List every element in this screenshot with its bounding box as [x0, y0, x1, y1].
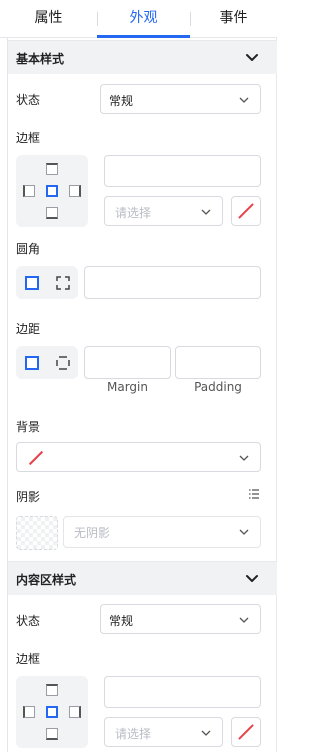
content-border-color-picker[interactable]	[231, 717, 261, 747]
radius-input[interactable]	[84, 266, 261, 299]
shadow-select[interactable]: 无阴影	[63, 516, 261, 548]
border-top-toggle[interactable]	[46, 163, 58, 175]
padding-input[interactable]	[175, 346, 261, 379]
border-left-toggle[interactable]	[23, 706, 35, 718]
no-color-icon	[238, 724, 254, 740]
chevron-down-icon	[201, 730, 211, 736]
spacing-sides-icon[interactable]	[56, 356, 70, 370]
border-top-toggle[interactable]	[46, 684, 58, 696]
no-color-icon	[28, 450, 44, 466]
section-title: 基本样式	[16, 52, 65, 66]
border-right-toggle[interactable]	[69, 185, 81, 197]
border-label: 边框	[16, 131, 41, 145]
radius-uniform-icon[interactable]	[25, 276, 39, 290]
state-label: 状态	[16, 93, 41, 107]
content-state-select[interactable]: 常规	[100, 604, 261, 634]
active-tab-indicator	[97, 35, 190, 38]
content-border-label: 边框	[16, 652, 41, 666]
padding-caption: Padding	[194, 380, 242, 394]
chevron-down-icon	[246, 575, 258, 582]
section-header-content-style[interactable]: 内容区样式	[8, 561, 277, 595]
border-bottom-toggle[interactable]	[46, 728, 58, 740]
content-state-value: 常规	[109, 614, 134, 628]
tab-properties[interactable]: 属性	[0, 0, 97, 38]
spacing-mode-toggle	[16, 346, 78, 379]
border-style-placeholder: 请选择	[115, 206, 152, 220]
border-side-picker	[16, 155, 88, 227]
border-left-toggle[interactable]	[23, 185, 35, 197]
tab-events[interactable]: 事件	[190, 0, 277, 38]
panel-left-edge	[0, 0, 8, 752]
chevron-down-icon	[239, 529, 249, 535]
tab-bar: 属性 外观 事件	[0, 0, 277, 38]
border-bottom-toggle[interactable]	[46, 207, 58, 219]
border-all-toggle[interactable]	[46, 185, 58, 197]
margin-caption: Margin	[107, 380, 148, 394]
radius-label: 圆角	[16, 242, 41, 256]
shadow-label: 阴影	[16, 490, 41, 504]
border-all-toggle[interactable]	[46, 706, 58, 718]
panel-right-edge	[276, 0, 277, 752]
background-color-select[interactable]	[16, 442, 261, 472]
content-state-label: 状态	[16, 614, 41, 628]
border-style-select[interactable]: 请选择	[104, 196, 223, 226]
state-select[interactable]: 常规	[100, 84, 261, 114]
chevron-down-icon	[239, 97, 249, 103]
border-right-toggle[interactable]	[69, 706, 81, 718]
content-border-style-select[interactable]: 请选择	[104, 717, 223, 747]
spacing-label: 边距	[16, 322, 41, 336]
margin-input[interactable]	[84, 346, 171, 379]
radius-mode-toggle	[16, 266, 78, 299]
spacing-uniform-icon[interactable]	[25, 356, 39, 370]
no-color-icon	[238, 203, 254, 219]
shadow-placeholder: 无阴影	[74, 526, 111, 540]
border-style-placeholder: 请选择	[115, 727, 152, 741]
chevron-down-icon	[239, 617, 249, 623]
content-border-width-input[interactable]	[104, 676, 261, 708]
border-width-input[interactable]	[104, 155, 261, 187]
chevron-down-icon	[246, 54, 258, 61]
radius-corners-icon[interactable]	[56, 276, 70, 290]
chevron-down-icon	[201, 209, 211, 215]
background-label: 背景	[16, 420, 41, 434]
content-border-side-picker	[16, 676, 88, 748]
tab-appearance[interactable]: 外观	[97, 0, 190, 38]
chevron-down-icon	[239, 455, 249, 461]
list-settings-icon[interactable]	[248, 488, 260, 500]
section-title: 内容区样式	[16, 573, 77, 587]
state-value: 常规	[109, 94, 134, 108]
section-header-basic-style[interactable]: 基本样式	[8, 40, 277, 74]
shadow-preview	[16, 516, 58, 550]
border-color-picker[interactable]	[231, 196, 261, 226]
